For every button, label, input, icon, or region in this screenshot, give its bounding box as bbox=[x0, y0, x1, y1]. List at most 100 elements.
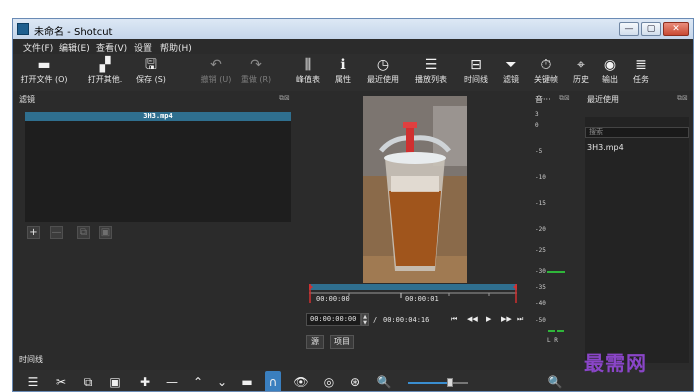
shotcut-window: 未命名 - Shotcut — ▢ ✕ 文件(F) 编辑(E) 查看(V) 设置… bbox=[12, 18, 694, 392]
play-icon[interactable]: ▶ bbox=[486, 315, 491, 323]
time-spin-arrows[interactable]: ▲ ▼ bbox=[361, 313, 369, 326]
menu-help[interactable]: 帮助(H) bbox=[160, 41, 192, 54]
peak-meter-label: 峰值表 bbox=[296, 75, 320, 84]
undo-label: 撤销 (U) bbox=[200, 75, 232, 84]
ripple-all-icon[interactable]: ⊛ bbox=[347, 371, 363, 391]
menu-file[interactable]: 文件(F) bbox=[23, 41, 53, 54]
scrub-icon[interactable]: 👁 bbox=[293, 371, 309, 391]
keyframes-button[interactable]: ⏱ 关键帧 bbox=[529, 56, 563, 86]
recent-button[interactable]: ◷ 最近使用 bbox=[363, 56, 403, 86]
zoom-in-icon[interactable]: 🔍 bbox=[547, 371, 563, 391]
tab-project[interactable]: 项目 bbox=[330, 335, 354, 349]
filter-icon: ⏷ bbox=[505, 57, 517, 73]
timeline-panel-title: 时间线 bbox=[19, 355, 43, 364]
keyframes-label: 关键帧 bbox=[534, 75, 558, 84]
ripple-icon[interactable]: ◎ bbox=[321, 371, 337, 391]
properties-label: 属性 bbox=[335, 75, 351, 84]
audio-meter-title: 音··· bbox=[535, 95, 551, 104]
meter-tick-label: -5 bbox=[535, 148, 543, 155]
open-other-button[interactable]: ▞ 打开其他. bbox=[83, 56, 127, 86]
cut-icon[interactable]: ✂ bbox=[53, 371, 69, 391]
recent-search-input[interactable]: 搜索 bbox=[585, 127, 689, 138]
overwrite-icon[interactable]: ⌄ bbox=[214, 371, 230, 391]
timeline-label: 时间线 bbox=[464, 75, 488, 84]
meter-tick-label: -50 bbox=[535, 317, 546, 324]
history-label: 历史 bbox=[573, 75, 589, 84]
maximize-button[interactable]: ▢ bbox=[641, 22, 661, 36]
filter-list-item[interactable]: 3H3.mp4 bbox=[25, 112, 291, 121]
tab-source[interactable]: 源 bbox=[306, 335, 324, 349]
meter-tick-label: -35 bbox=[535, 284, 546, 291]
copy-filter-button[interactable]: ⧉ bbox=[77, 226, 90, 239]
meter-panel-float-icon[interactable]: ⧉⊠ bbox=[559, 94, 570, 103]
menu-settings[interactable]: 设置 bbox=[134, 41, 152, 54]
app-icon bbox=[17, 23, 29, 35]
properties-button[interactable]: ℹ 属性 bbox=[329, 56, 357, 86]
redo-icon: ↷ bbox=[250, 57, 262, 73]
lift-icon[interactable]: ⌃ bbox=[190, 371, 206, 391]
remove-icon[interactable]: — bbox=[164, 371, 180, 391]
filters-panel-float-icon[interactable]: ⧉⊠ bbox=[279, 94, 290, 103]
filters-panel-title: 滤镜 bbox=[19, 95, 35, 104]
minimize-button[interactable]: — bbox=[619, 22, 639, 36]
playlist-label: 播放列表 bbox=[415, 75, 447, 84]
append-icon[interactable]: ✚ bbox=[137, 371, 153, 391]
meter-level-left bbox=[548, 330, 555, 332]
meter-tick-label: -10 bbox=[535, 174, 546, 181]
close-button[interactable]: ✕ bbox=[663, 22, 689, 36]
skip-next-icon[interactable]: ⏭ bbox=[517, 315, 523, 324]
rewind-icon[interactable]: ◀◀ bbox=[467, 315, 478, 323]
menu-view[interactable]: 查看(V) bbox=[96, 41, 127, 54]
keyframes-icon: ⏱ bbox=[540, 57, 552, 73]
skip-previous-icon[interactable]: ⏮ bbox=[451, 315, 457, 324]
jobs-button[interactable]: ≣ 任务 bbox=[627, 56, 655, 86]
peak-meter-button[interactable]: ⫼ 峰值表 bbox=[292, 56, 324, 86]
window-title: 未命名 - Shotcut bbox=[34, 27, 113, 38]
meter-tick-label: -25 bbox=[535, 247, 546, 254]
recent-icon: ◷ bbox=[376, 57, 390, 73]
playlist-button[interactable]: ☰ 播放列表 bbox=[410, 56, 452, 86]
export-icon: ◉ bbox=[603, 57, 617, 73]
timeline-button[interactable]: ⊟ 时间线 bbox=[459, 56, 493, 86]
copy-icon[interactable]: ⧉ bbox=[80, 371, 96, 391]
snap-icon[interactable]: ∩ bbox=[265, 371, 281, 391]
export-button[interactable]: ◉ 输出 bbox=[596, 56, 624, 86]
paste-filter-button[interactable]: ▣ bbox=[99, 226, 112, 239]
main-toolbar: ▬ 打开文件 (O) ▞ 打开其他. 🖫 保存 (S) ↶ 撤销 (U) ↷ 重… bbox=[13, 54, 693, 91]
fast-forward-icon[interactable]: ▶▶ bbox=[501, 315, 512, 323]
playlist-icon: ☰ bbox=[424, 57, 438, 73]
meter-tick-label: 3 bbox=[535, 111, 539, 118]
filter-label: 滤镜 bbox=[503, 75, 519, 84]
save-label: 保存 (S) bbox=[136, 75, 166, 84]
properties-icon: ℹ bbox=[340, 57, 346, 73]
filters-list: 3H3.mp4 bbox=[25, 112, 291, 222]
open-file-label: 打开文件 (O) bbox=[20, 75, 68, 84]
folder-icon: ▬ bbox=[37, 57, 51, 73]
zoom-out-icon[interactable]: 🔍 bbox=[376, 371, 392, 391]
undo-button[interactable]: ↶ 撤销 (U) bbox=[196, 56, 236, 86]
open-file-button[interactable]: ▬ 打开文件 (O) bbox=[19, 56, 69, 86]
scrub-time-mid: 00:00:01 bbox=[405, 295, 439, 303]
current-time-field[interactable]: 00:00:00:00 bbox=[306, 313, 361, 326]
timeline-icon: ⊟ bbox=[470, 57, 482, 73]
paste-icon[interactable]: ▣ bbox=[107, 371, 123, 391]
redo-button[interactable]: ↷ 重做 (R) bbox=[236, 56, 276, 86]
undo-icon: ↶ bbox=[210, 57, 222, 73]
add-filter-button[interactable]: + bbox=[27, 226, 40, 239]
history-button[interactable]: ⌖ 历史 bbox=[568, 56, 594, 86]
meter-peak-bar bbox=[547, 271, 565, 273]
peak-meter-icon: ⫼ bbox=[304, 57, 312, 73]
jobs-label: 任务 bbox=[633, 75, 649, 84]
menu-edit[interactable]: 编辑(E) bbox=[59, 41, 90, 54]
zoom-slider-thumb[interactable] bbox=[447, 378, 453, 387]
menu-icon[interactable]: ☰ bbox=[25, 371, 41, 391]
split-icon[interactable]: ▬ bbox=[239, 371, 255, 391]
recent-panel-float-icon[interactable]: ⧉⊠ bbox=[677, 94, 688, 103]
recent-panel-title: 最近使用 bbox=[587, 95, 619, 104]
recent-list-item[interactable]: 3H3.mp4 bbox=[587, 143, 624, 152]
save-button[interactable]: 🖫 保存 (S) bbox=[131, 56, 171, 86]
redo-label: 重做 (R) bbox=[240, 75, 272, 84]
filter-button[interactable]: ⏷ 滤镜 bbox=[497, 56, 525, 86]
remove-filter-button[interactable]: — bbox=[50, 226, 63, 239]
watermark: 最需网 bbox=[584, 351, 647, 375]
